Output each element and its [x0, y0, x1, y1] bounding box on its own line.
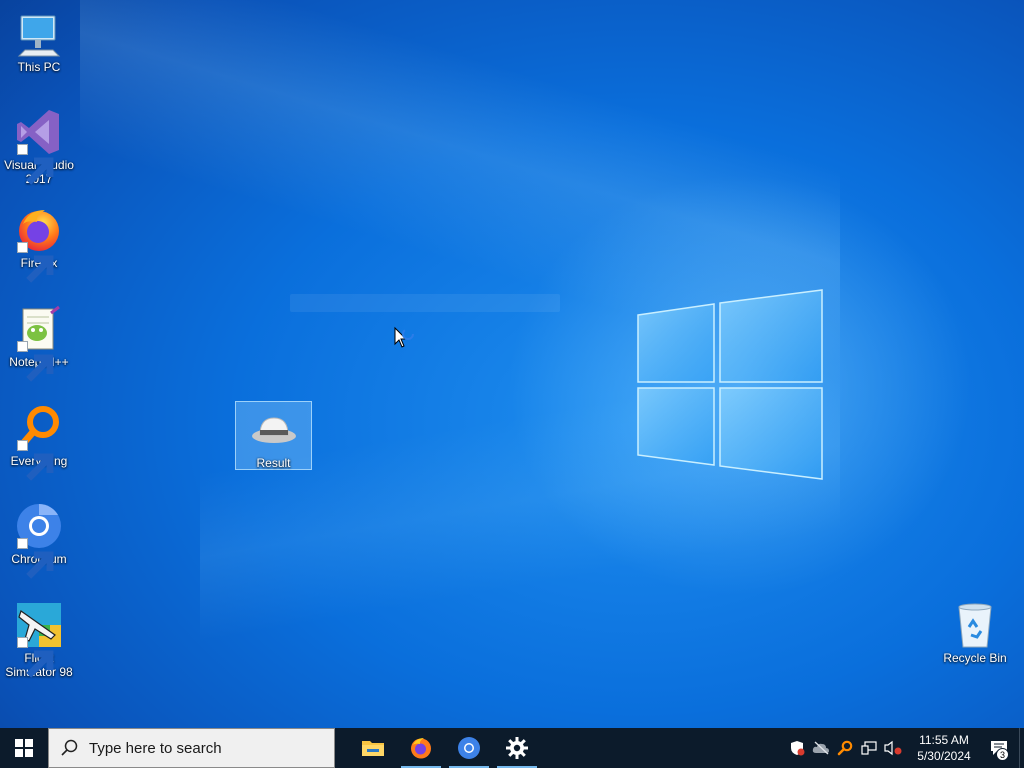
airplane-icon: [15, 601, 63, 678]
system-tray: 11:55 AM 5/30/2024 3: [785, 728, 1024, 768]
chromium-icon: [458, 737, 480, 759]
search-placeholder: Type here to search: [89, 739, 222, 757]
recycle-bin-icon: [951, 601, 999, 649]
shortcut-arrow-icon: [17, 242, 54, 283]
network-icon[interactable]: [857, 728, 881, 768]
action-center-button[interactable]: 3: [979, 728, 1019, 768]
search-input[interactable]: Type here to search: [48, 728, 335, 768]
desktop-icon-this-pc[interactable]: This PC: [2, 10, 76, 74]
desktop-icon-result[interactable]: Result: [235, 401, 312, 470]
notification-count-badge: 3: [996, 748, 1009, 761]
taskbar: Type here to search 11:55 AM 5/30/2024 3: [0, 728, 1024, 768]
taskbar-app-file-explorer[interactable]: [349, 728, 397, 768]
desktop-icon-chromium[interactable]: Chromium: [2, 502, 76, 579]
shortcut-arrow-icon: [17, 440, 54, 481]
windows-logo-wallpaper: [637, 289, 823, 480]
clock-time: 11:55 AM: [919, 733, 969, 747]
taskbar-app-settings[interactable]: [493, 728, 541, 768]
firefox-icon: [411, 738, 431, 759]
taskbar-app-chromium[interactable]: [445, 728, 493, 768]
desktop-icon-recycle-bin[interactable]: Recycle Bin: [938, 601, 1012, 665]
volume-muted-icon[interactable]: [881, 728, 905, 768]
computer-icon: [15, 10, 63, 58]
security-shield-icon[interactable]: [785, 728, 809, 768]
ghost-window-remnant: [290, 294, 560, 312]
search-icon: [49, 729, 89, 767]
desktop-icon-label: Recycle Bin: [943, 651, 1007, 665]
onedrive-offline-icon[interactable]: [809, 728, 833, 768]
desktop-icon-notepadpp[interactable]: Notepad++: [2, 305, 76, 382]
notepadpp-icon: [15, 305, 63, 382]
desktop-icon-label: This PC: [17, 60, 61, 74]
firefox-icon: [15, 206, 63, 283]
desktop-icon-flight-simulator[interactable]: Flight Simulator 98: [2, 601, 76, 679]
shortcut-arrow-icon: [17, 637, 54, 678]
taskbar-app-firefox[interactable]: [397, 728, 445, 768]
search-magnifier-icon: [15, 404, 63, 481]
desktop-icon-label: Result: [256, 456, 291, 470]
hat-icon: [250, 406, 298, 454]
visual-studio-icon: [15, 108, 63, 185]
start-button[interactable]: [0, 728, 48, 768]
windows-start-icon: [15, 739, 33, 757]
shortcut-arrow-icon: [17, 144, 54, 185]
desktop[interactable]: This PC Visual Studio 2017 Firefox Notep…: [0, 0, 1024, 728]
clock[interactable]: 11:55 AM 5/30/2024: [909, 732, 979, 764]
folder-icon: [362, 741, 384, 756]
gear-icon: [506, 737, 528, 759]
chromium-icon: [15, 502, 63, 579]
show-desktop-button[interactable]: [1019, 728, 1024, 768]
desktop-icon-visual-studio[interactable]: Visual Studio 2017: [2, 108, 76, 186]
desktop-icon-firefox[interactable]: Firefox: [2, 206, 76, 283]
desktop-icon-everything[interactable]: Everything: [2, 404, 76, 481]
shortcut-arrow-icon: [17, 538, 54, 579]
search-magnifier-icon[interactable]: [833, 728, 857, 768]
shortcut-arrow-icon: [17, 341, 54, 382]
mouse-cursor-busy-icon: [394, 326, 414, 348]
clock-date: 5/30/2024: [917, 749, 971, 763]
